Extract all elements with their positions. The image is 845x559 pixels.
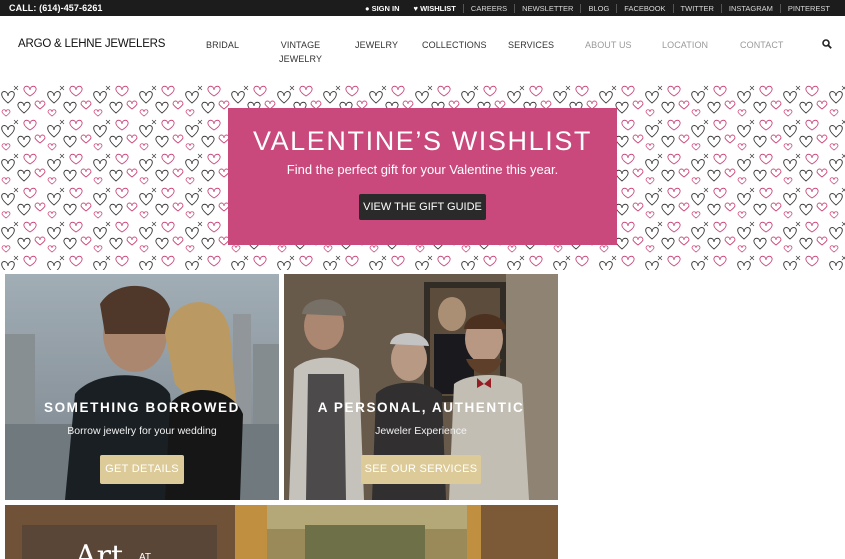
nav-services[interactable]: SERVICES — [508, 38, 554, 52]
search-icon[interactable] — [822, 39, 832, 49]
art-title: Art — [75, 539, 124, 559]
get-details-button[interactable]: GET DETAILS — [100, 455, 184, 484]
tile-title: SOMETHING BORROWED — [43, 400, 241, 415]
art-tile[interactable]: Art AT — [5, 505, 558, 559]
nav-jewelry[interactable]: JEWELRY — [355, 38, 398, 52]
site-header: ARGO & LEHNE JEWELERS BRIDAL VINTAGE JEW… — [0, 16, 845, 84]
site-logo[interactable]: ARGO & LEHNE JEWELERS — [18, 38, 165, 50]
personal-experience-tile[interactable]: A PERSONAL, AUTHENTIC Jeweler Experience… — [284, 274, 558, 500]
nav-location[interactable]: LOCATION — [662, 38, 708, 52]
careers-link[interactable]: CAREERS — [462, 3, 514, 13]
nav-bridal[interactable]: BRIDAL — [206, 38, 239, 52]
hero-panel: VALENTINE’S WISHLIST Find the perfect gi… — [228, 108, 617, 245]
nav-contact[interactable]: CONTACT — [740, 38, 784, 52]
user-icon: ● — [364, 3, 370, 13]
hero-subtitle: Find the perfect gift for your Valentine… — [286, 162, 559, 177]
valentines-hero-banner[interactable]: VALENTINE’S WISHLIST Find the perfect gi… — [0, 84, 845, 270]
facebook-link[interactable]: FACEBOOK — [616, 3, 672, 13]
pinterest-link[interactable]: PINTEREST — [779, 3, 837, 13]
see-our-services-button[interactable]: SEE OUR SERVICES — [361, 455, 481, 484]
top-bar: CALL: (614)-457-6261 ● SIGN IN ♥ WISHLIS… — [0, 0, 845, 16]
sign-in-link[interactable]: ● SIGN IN — [358, 4, 407, 13]
nav-vintage-jewelry[interactable]: VINTAGE JEWELRY — [279, 38, 322, 66]
tile-subtitle: Jeweler Experience — [375, 425, 467, 437]
hero-title: VALENTINE’S WISHLIST — [252, 126, 593, 156]
nav-collections[interactable]: COLLECTIONS — [422, 38, 487, 52]
nav-about-us[interactable]: ABOUT US — [585, 38, 632, 52]
phone-number[interactable]: CALL: (614)-457-6261 — [9, 3, 103, 13]
wishlist-link[interactable]: ♥ WISHLIST — [407, 4, 463, 13]
twitter-link[interactable]: TWITTER — [672, 3, 721, 13]
heart-icon: ♥ — [413, 3, 418, 13]
something-borrowed-tile[interactable]: SOMETHING BORROWED Borrow jewelry for yo… — [5, 274, 279, 500]
blog-link[interactable]: BLOG — [580, 3, 616, 13]
instagram-link[interactable]: INSTAGRAM — [720, 3, 780, 13]
art-subtitle: AT — [139, 552, 152, 559]
tile-title: A PERSONAL, AUTHENTIC — [317, 400, 525, 415]
tile-subtitle: Borrow jewelry for your wedding — [67, 425, 217, 437]
view-gift-guide-button[interactable]: VIEW THE GIFT GUIDE — [359, 194, 486, 220]
newsletter-link[interactable]: NEWSLETTER — [514, 3, 580, 13]
top-links: ● SIGN IN ♥ WISHLIST CAREERS NEWSLETTER … — [358, 0, 837, 16]
